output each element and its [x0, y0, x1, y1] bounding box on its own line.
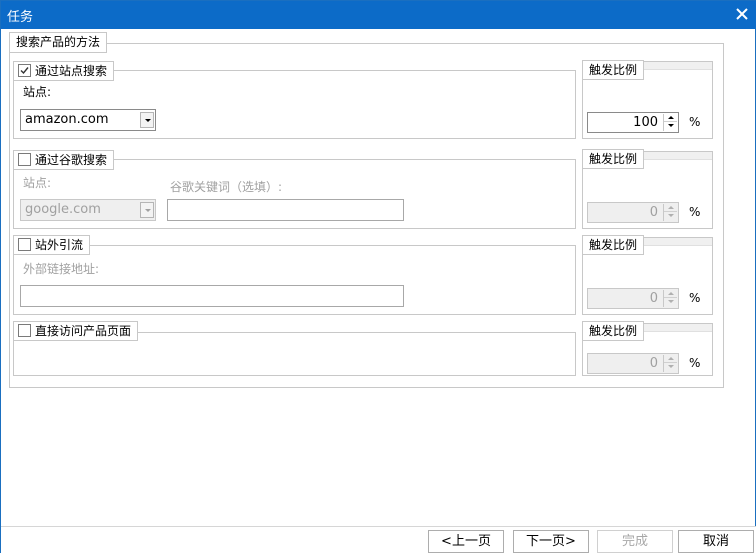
ratio-value: 0: [649, 205, 658, 220]
external-traffic-checkbox[interactable]: 站外引流: [13, 235, 91, 255]
site-label: 站点:: [23, 85, 52, 99]
google-site-label: 站点:: [23, 176, 52, 190]
site-search-ratio-spinner[interactable]: 100: [587, 112, 679, 133]
google-site-select[interactable]: google.com: [20, 199, 156, 221]
ratio-value: 100: [633, 115, 658, 130]
spin-down-icon[interactable]: [664, 122, 677, 130]
google-search-ratio-spinner[interactable]: 0: [587, 202, 679, 223]
window-title: 任务: [7, 10, 34, 25]
percent-sign: %: [689, 115, 701, 129]
percent-sign: %: [689, 205, 701, 219]
footer-bar: <上一页 下一页> 完成 取消: [1, 526, 756, 554]
checkbox-unchecked-icon[interactable]: [18, 153, 31, 166]
direct-visit-checkbox[interactable]: 直接访问产品页面: [13, 321, 139, 341]
external-link-label: 外部链接地址:: [23, 262, 100, 276]
ratio-value: 0: [649, 356, 658, 371]
chevron-down-icon[interactable]: [140, 202, 154, 218]
google-search-label: 通过谷歌搜索: [35, 153, 108, 167]
chevron-down-icon[interactable]: [140, 112, 154, 128]
ratio-label: 触发比例: [582, 235, 645, 255]
spin-up-icon[interactable]: [664, 114, 677, 122]
direct-visit-ratio-spinner[interactable]: 0: [587, 353, 679, 374]
title-bar: 任务: [1, 1, 756, 29]
percent-sign: %: [689, 356, 701, 370]
direct-visit-label: 直接访问产品页面: [35, 324, 132, 338]
external-traffic-ratio-spinner[interactable]: 0: [587, 288, 679, 309]
close-icon[interactable]: [733, 4, 751, 24]
next-page-button[interactable]: 下一页>: [513, 530, 589, 553]
checkbox-checked-icon[interactable]: [18, 64, 31, 77]
finish-button[interactable]: 完成: [597, 530, 673, 553]
external-link-input[interactable]: [20, 285, 404, 307]
percent-sign: %: [689, 291, 701, 305]
search-method-legend: 搜索产品的方法: [9, 32, 108, 53]
checkbox-unchecked-icon[interactable]: [18, 238, 31, 251]
external-traffic-label: 站外引流: [35, 238, 84, 252]
google-keyword-label: 谷歌关键词（选填）:: [170, 180, 283, 194]
checkbox-unchecked-icon[interactable]: [18, 324, 31, 337]
google-site-value: google.com: [25, 202, 101, 217]
site-search-checkbox[interactable]: 通过站点搜索: [13, 61, 115, 81]
ratio-label: 触发比例: [582, 60, 645, 80]
cancel-button[interactable]: 取消: [678, 530, 754, 553]
site-select-value: amazon.com: [25, 112, 109, 127]
task-dialog: 任务 搜索产品的方法 通过站点搜索 站点: amazon.com 触发比例 10…: [0, 0, 756, 554]
spin-up-icon[interactable]: [664, 204, 677, 212]
spin-up-icon[interactable]: [664, 355, 677, 363]
ratio-label: 触发比例: [582, 321, 645, 341]
google-search-checkbox[interactable]: 通过谷歌搜索: [13, 150, 115, 170]
google-keyword-input[interactable]: [167, 199, 404, 221]
ratio-value: 0: [649, 291, 658, 306]
site-select[interactable]: amazon.com: [20, 109, 156, 131]
spin-up-icon[interactable]: [664, 290, 677, 298]
site-search-label: 通过站点搜索: [35, 64, 108, 78]
spin-down-icon[interactable]: [664, 212, 677, 220]
spin-down-icon[interactable]: [664, 298, 677, 306]
prev-page-button[interactable]: <上一页: [428, 530, 504, 553]
spin-down-icon[interactable]: [664, 363, 677, 371]
ratio-label: 触发比例: [582, 149, 645, 169]
